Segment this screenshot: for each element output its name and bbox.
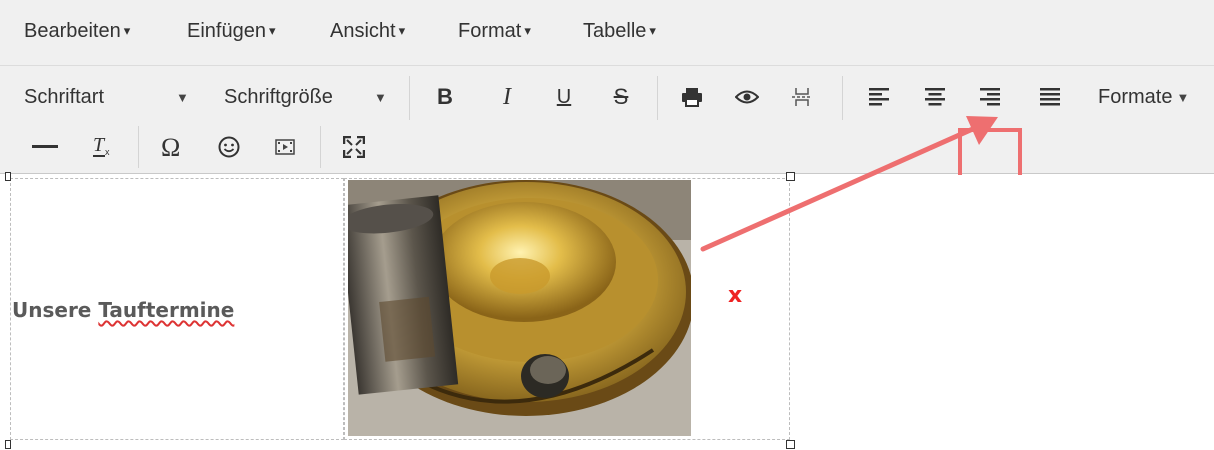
menu-edit[interactable]: Bearbeiten ▾: [24, 20, 130, 43]
clear-formatting-button[interactable]: Tx: [86, 130, 120, 164]
font-size-select[interactable]: Schriftgröße ▼: [224, 82, 400, 112]
menu-view[interactable]: Ansicht ▾: [330, 20, 405, 43]
media-button[interactable]: [268, 130, 302, 164]
clear-formatting-icon: Tx: [93, 136, 110, 157]
preview-icon: [735, 90, 759, 104]
red-x-marker: x: [728, 283, 743, 308]
misspelled-word: Tauftermine: [98, 298, 235, 322]
underline-button[interactable]: U: [547, 80, 581, 114]
toolbar-separator: [138, 126, 139, 168]
print-button[interactable]: [675, 80, 709, 114]
chevron-down-icon: ▾: [123, 23, 131, 38]
align-center-icon: [925, 88, 945, 106]
resize-handle[interactable]: [5, 440, 11, 449]
fullscreen-icon: [343, 136, 365, 158]
menu-table[interactable]: Tabelle ▾: [583, 20, 656, 43]
menu-insert[interactable]: Einfügen ▾: [187, 20, 276, 43]
resize-handle[interactable]: [786, 440, 795, 449]
align-left-icon: [869, 88, 889, 106]
horizontal-rule-icon: [32, 145, 58, 148]
svg-text:x: x: [105, 147, 110, 157]
chevron-down-icon: ▾: [524, 23, 531, 38]
font-family-select[interactable]: Schriftart ▼: [24, 82, 214, 112]
bold-button[interactable]: B: [428, 80, 462, 114]
italic-button[interactable]: I: [490, 80, 524, 114]
emoticon-icon: [218, 136, 240, 158]
align-justify-button[interactable]: [1033, 80, 1067, 114]
svg-text:Ω: Ω: [161, 135, 180, 159]
fullscreen-button[interactable]: [337, 130, 371, 164]
emoticon-button[interactable]: [212, 130, 246, 164]
toolbar-separator: [657, 76, 658, 120]
formats-dropdown[interactable]: Formate ▼: [1098, 82, 1189, 112]
resize-handle[interactable]: [786, 172, 795, 181]
strikethrough-button[interactable]: S: [604, 80, 638, 114]
menubar: Bearbeiten ▾ Einfügen ▾ Ansicht ▾ Format ▾ T…: [0, 0, 1214, 66]
chevron-down-icon: ▾: [268, 23, 276, 38]
special-character-icon: Ω: [161, 135, 180, 159]
chevron-down-icon: ▼: [176, 89, 189, 105]
chevron-down-icon: ▼: [374, 89, 387, 105]
horizontal-rule-button[interactable]: [28, 130, 62, 164]
chevron-down-icon: ▾: [398, 23, 406, 38]
toolbar-separator: [409, 76, 410, 120]
page-break-icon: [792, 88, 812, 106]
preview-button[interactable]: [730, 80, 764, 114]
align-left-button[interactable]: [862, 80, 896, 114]
print-icon: [682, 88, 702, 107]
chevron-down-icon: ▼: [1176, 89, 1190, 105]
media-icon: [275, 139, 295, 155]
toolbar: Schriftart ▼ Schriftgröße ▼ B I U S Form…: [0, 66, 1214, 186]
align-right-button[interactable]: [973, 80, 1007, 114]
chevron-down-icon: ▾: [649, 23, 656, 38]
resize-handle[interactable]: [5, 172, 11, 181]
align-justify-icon: [1040, 88, 1060, 106]
align-center-button[interactable]: [918, 80, 952, 114]
menu-format[interactable]: Format ▾: [458, 20, 531, 43]
page-break-button[interactable]: [785, 80, 819, 114]
special-character-button[interactable]: Ω: [155, 130, 189, 164]
baptismal-bowl-image[interactable]: [348, 180, 691, 436]
toolbar-separator: [320, 126, 321, 168]
toolbar-separator: [842, 76, 843, 120]
heading-text: Unsere Tauftermine: [12, 298, 235, 322]
align-right-icon: [980, 88, 1000, 106]
